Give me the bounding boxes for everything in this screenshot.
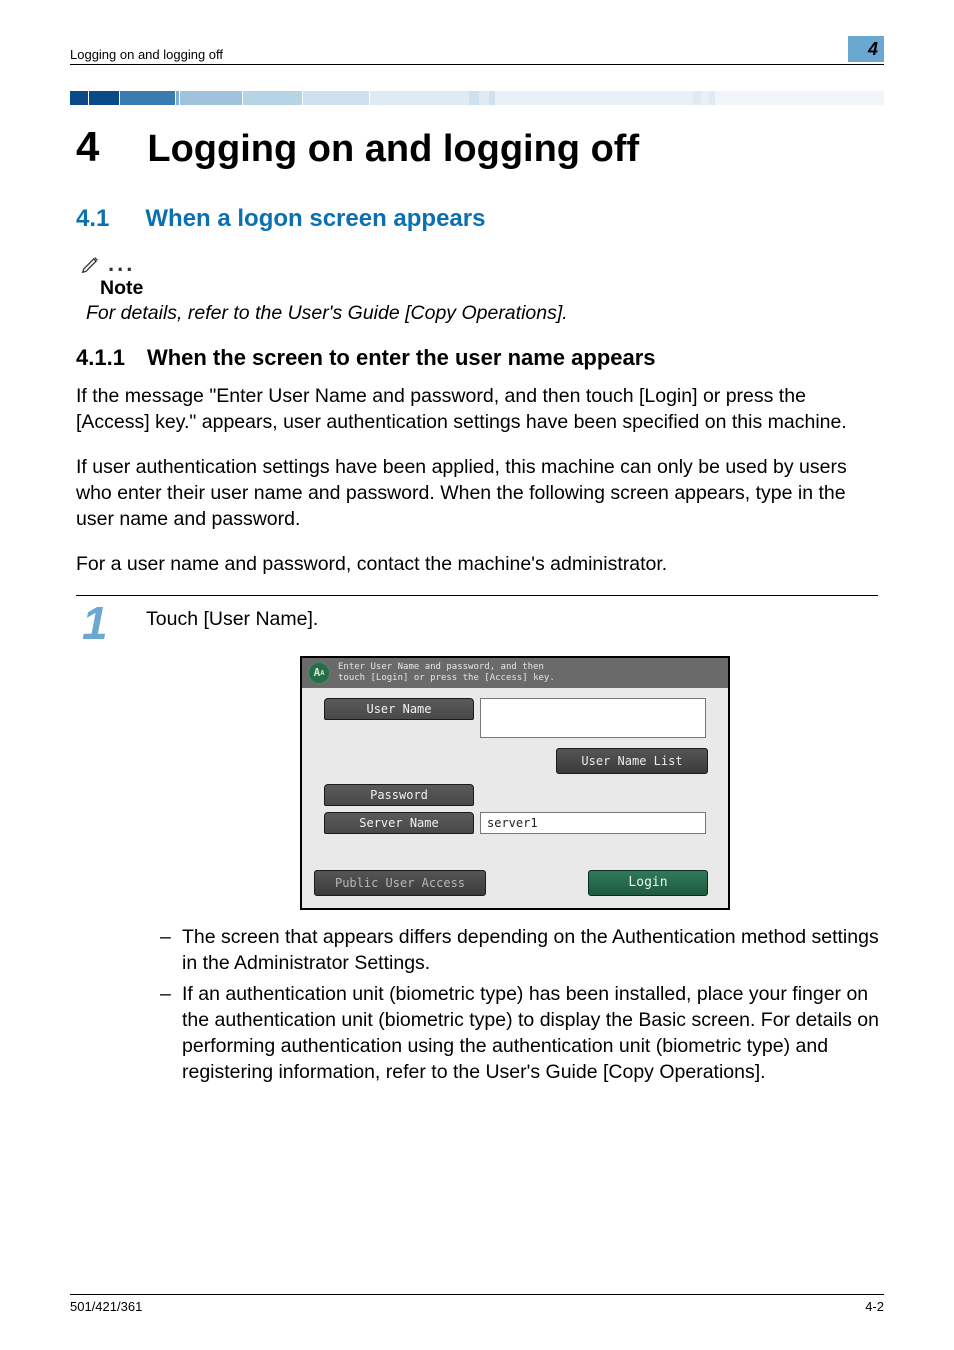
chapter-heading: 4 Logging on and logging off [76,123,884,171]
user-name-list-button[interactable]: User Name List [556,748,708,774]
step-1: 1 Touch [User Name]. [82,602,884,646]
login-panel-screenshot: AA Enter User Name and password, and the… [300,656,884,910]
note-block: ... Note For details, refer to the User'… [86,251,884,325]
paragraph-1: If the message "Enter User Name and pass… [76,383,884,436]
subsection-number: 4.1.1 [76,345,125,371]
footer-page-number: 4-2 [865,1299,884,1314]
login-button[interactable]: Login [588,870,708,896]
step-separator [76,595,878,596]
note-text: For details, refer to the User's Guide [… [86,302,884,325]
server-name-field[interactable]: server1 [480,812,706,834]
login-panel: AA Enter User Name and password, and the… [300,656,730,910]
subsection-heading: 4.1.1 When the screen to enter the user … [76,345,884,371]
footer-model: 501/421/361 [70,1299,142,1314]
chapter-title: Logging on and logging off [147,128,639,171]
section-heading: 4.1 When a logon screen appears [76,205,884,233]
page-footer: 501/421/361 4-2 [70,1294,884,1314]
step-instruction: Touch [User Name]. [146,602,318,631]
subsection-title: When the screen to enter the user name a… [147,345,656,371]
step-notes: –The screen that appears differs dependi… [160,924,884,1086]
paragraph-3: For a user name and password, contact th… [76,551,884,577]
pen-icon: ... [80,251,884,277]
server-name-button[interactable]: Server Name [324,812,474,834]
password-button[interactable]: Password [324,784,474,806]
note-bullet-1: –The screen that appears differs dependi… [160,924,884,977]
panel-message: Enter User Name and password, and then t… [338,662,555,684]
running-header: Logging on and logging off 4 [70,36,884,65]
chapter-number: 4 [76,123,99,171]
panel-topbar: AA Enter User Name and password, and the… [302,658,728,688]
section-title: When a logon screen appears [145,205,485,233]
paragraph-2: If user authentication settings have bee… [76,454,884,533]
user-name-field[interactable] [480,698,706,738]
running-header-text: Logging on and logging off [70,47,223,62]
user-name-button[interactable]: User Name [324,698,474,720]
note-bullet-2: –If an authentication unit (biometric ty… [160,981,884,1086]
step-number: 1 [82,600,122,646]
accessibility-icon[interactable]: AA [308,662,330,684]
decorative-ribbon [70,91,884,105]
section-number: 4.1 [76,205,109,233]
public-user-access-button[interactable]: Public User Access [314,870,486,896]
note-label: Note [100,277,884,300]
chapter-badge: 4 [848,36,884,62]
